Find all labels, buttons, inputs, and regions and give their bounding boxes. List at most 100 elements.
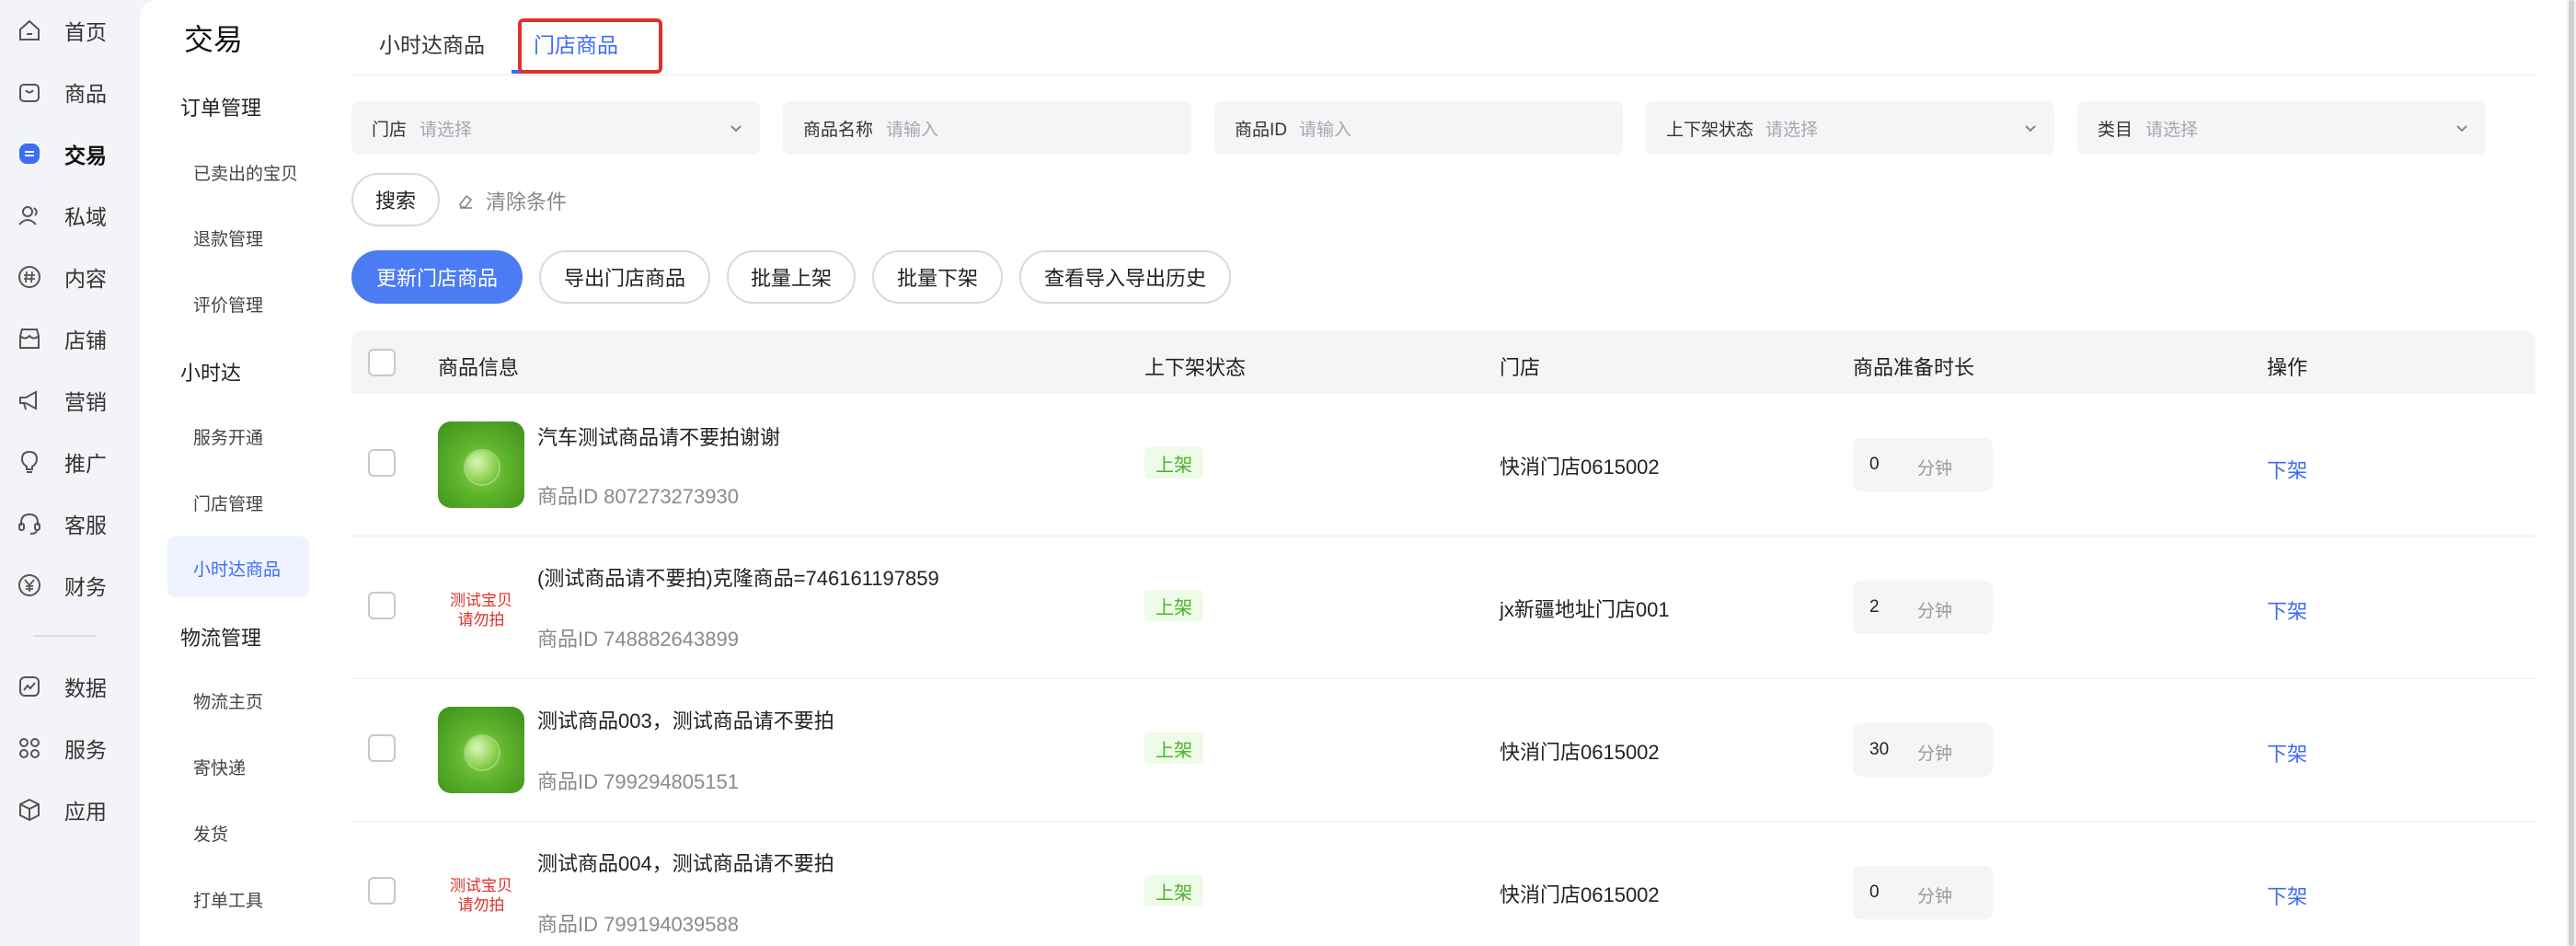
prep-time-input[interactable]: 0 分钟 — [1853, 438, 1993, 491]
chevron-down-icon — [730, 125, 742, 133]
menu-item-sold[interactable]: 已卖出的宝贝 — [193, 160, 298, 185]
nav-item-data[interactable]: 数据 — [0, 662, 140, 711]
secondary-menu: 交易 订单管理 已卖出的宝贝 退款管理 评价管理 小时达 服务开通 门店管理 小… — [140, 0, 349, 946]
column-header-action: 操作 — [2267, 356, 2308, 379]
menu-item-print[interactable]: 打单工具 — [193, 887, 263, 912]
users-icon — [17, 202, 42, 228]
prep-time-value: 0 — [1869, 455, 1880, 474]
menu-item-hourly-goods[interactable]: 小时达商品 — [193, 556, 281, 581]
row-checkbox[interactable] — [368, 877, 396, 905]
clear-filters-label: 清除条件 — [486, 190, 568, 213]
row-checkbox[interactable] — [368, 592, 396, 619]
product-name[interactable]: (测试商品请不要拍)克隆商品=746161197859 — [537, 562, 939, 592]
filter-status-select[interactable]: 上下架状态 请选择 — [1646, 101, 2054, 155]
nav-label: 商品 — [64, 82, 107, 106]
rail-divider — [33, 635, 96, 637]
nav-item-goods[interactable]: 商品 — [0, 67, 140, 117]
prep-time-input[interactable]: 0 分钟 — [1853, 866, 1993, 919]
nav-item-private[interactable]: 私域 — [0, 190, 140, 240]
nav-label: 营销 — [64, 390, 107, 414]
batch-delist-button[interactable]: 批量下架 — [872, 250, 1003, 304]
status-badge: 上架 — [1144, 590, 1203, 621]
delist-link[interactable]: 下架 — [2267, 881, 2307, 910]
nav-item-services[interactable]: 服务 — [0, 723, 140, 773]
column-header-store: 门店 — [1500, 356, 1541, 379]
menu-item-express[interactable]: 寄快递 — [193, 755, 246, 779]
menu-item-ship[interactable]: 发货 — [193, 821, 228, 846]
nav-label: 内容 — [64, 267, 107, 291]
filter-name-input[interactable]: 商品名称 请输入 — [783, 101, 1191, 155]
import-export-history-button[interactable]: 查看导入导出历史 — [1019, 250, 1231, 304]
prep-time-unit: 分钟 — [1917, 459, 1953, 479]
delist-link[interactable]: 下架 — [2267, 595, 2307, 625]
yen-icon — [17, 572, 42, 598]
nav-item-service[interactable]: 客服 — [0, 499, 140, 548]
select-all-checkbox[interactable] — [368, 349, 396, 376]
nav-label: 服务 — [64, 738, 107, 762]
chevron-down-icon — [2456, 125, 2467, 133]
nav-item-trade[interactable]: 交易 — [0, 129, 140, 179]
scrollbar-thumb[interactable] — [2569, 0, 2574, 946]
clear-filters-link[interactable]: 清除条件 — [456, 186, 567, 215]
menu-item-service-open[interactable]: 服务开通 — [193, 424, 263, 449]
menu-item-reviews[interactable]: 评价管理 — [193, 292, 263, 317]
nav-item-apps[interactable]: 应用 — [0, 785, 140, 835]
menu-group-orders[interactable]: 订单管理 — [180, 92, 349, 121]
menu-group-hourly[interactable]: 小时达 — [180, 357, 349, 386]
filter-category-select[interactable]: 类目 请选择 — [2077, 101, 2486, 155]
prep-time-input[interactable]: 2 分钟 — [1853, 581, 1993, 634]
menu-item-store-manage[interactable]: 门店管理 — [193, 490, 263, 515]
nav-item-content[interactable]: 内容 — [0, 252, 140, 302]
menu-group-label: 物流管理 — [180, 627, 262, 650]
store-name: 快消门店0615002 — [1500, 883, 1660, 906]
menu-title: 交易 — [184, 23, 244, 56]
nav-item-home[interactable]: 首页 — [0, 6, 140, 55]
column-header-prep-time: 商品准备时长 — [1853, 356, 1975, 379]
search-button[interactable]: 搜索 — [351, 173, 440, 226]
nav-item-finance[interactable]: 财务 — [0, 560, 140, 610]
batch-list-button[interactable]: 批量上架 — [727, 250, 856, 304]
chevron-down-icon — [2025, 125, 2036, 133]
menu-item-refunds[interactable]: 退款管理 — [193, 225, 263, 250]
product-name[interactable]: 测试商品003，测试商品请不要拍 — [537, 705, 834, 734]
product-thumbnail: 测试宝贝 请勿拍 — [450, 592, 512, 629]
trade-icon — [17, 141, 42, 167]
filter-id-input[interactable]: 商品ID 请输入 — [1214, 101, 1623, 155]
prep-time-value: 2 — [1869, 597, 1880, 617]
menu-group-logistics[interactable]: 物流管理 — [180, 622, 349, 652]
status-badge: 上架 — [1144, 447, 1203, 479]
prep-time-input[interactable]: 30 分钟 — [1853, 723, 1993, 777]
filter-placeholder: 请选择 — [1765, 120, 1819, 140]
store-name: jx新疆地址门店001 — [1500, 598, 1670, 621]
update-store-goods-button[interactable]: 更新门店商品 — [351, 250, 523, 304]
nav-item-store[interactable]: 店铺 — [0, 314, 140, 363]
export-store-goods-button[interactable]: 导出门店商品 — [539, 250, 710, 304]
eraser-icon — [459, 194, 473, 209]
vertical-scrollbar[interactable] — [2567, 0, 2576, 946]
nav-item-marketing[interactable]: 营销 — [0, 375, 140, 425]
table-row: 测试宝贝 请勿拍 (测试商品请不要拍)克隆商品=746161197859 商品I… — [351, 536, 2536, 679]
store-icon — [17, 326, 42, 352]
tab-hourly-goods[interactable]: 小时达商品 — [379, 28, 485, 59]
menu-item-logistics-home[interactable]: 物流主页 — [193, 688, 263, 713]
filter-store-select[interactable]: 门店 请选择 — [351, 101, 760, 155]
row-checkbox[interactable] — [368, 449, 396, 477]
product-name[interactable]: 测试商品004，测试商品请不要拍 — [537, 848, 834, 877]
nav-label: 客服 — [64, 513, 107, 537]
product-name[interactable]: 汽车测试商品请不要拍谢谢 — [537, 421, 780, 451]
delist-link[interactable]: 下架 — [2267, 738, 2307, 767]
filter-placeholder: 请输入 — [886, 120, 939, 140]
filter-label: 上下架状态 — [1666, 120, 1754, 140]
delist-link[interactable]: 下架 — [2267, 455, 2307, 484]
row-checkbox[interactable] — [368, 734, 396, 762]
product-thumbnail — [438, 421, 524, 508]
nav-label: 应用 — [64, 800, 107, 824]
table-row: 测试宝贝 请勿拍 测试商品004，测试商品请不要拍 商品ID 799194039… — [351, 822, 2536, 946]
prep-time-value: 0 — [1869, 883, 1880, 902]
filter-label: 类目 — [2098, 120, 2133, 140]
nav-item-promotion[interactable]: 推广 — [0, 437, 140, 487]
cube-icon — [17, 797, 42, 823]
headset-icon — [17, 511, 42, 536]
prep-time-value: 30 — [1869, 740, 1890, 759]
filter-label: 商品ID — [1235, 120, 1288, 140]
